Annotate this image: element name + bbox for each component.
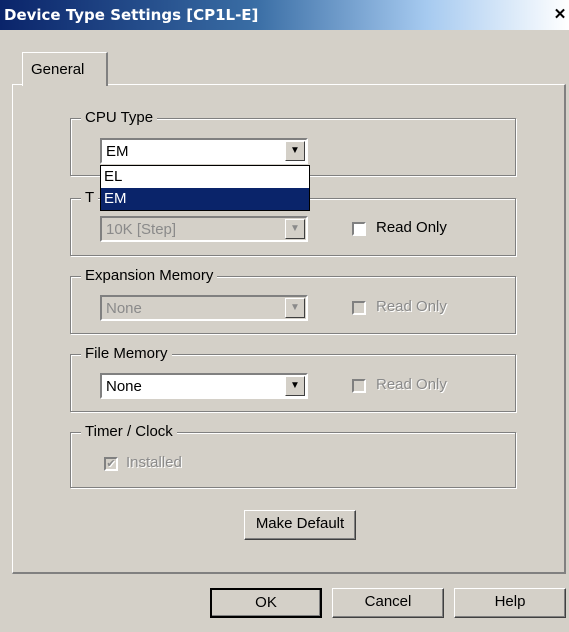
cpu-type-value: EM bbox=[106, 143, 129, 160]
help-button[interactable]: Help bbox=[454, 588, 566, 618]
chevron-down-icon[interactable]: ▼ bbox=[285, 141, 305, 161]
chevron-down-icon[interactable]: ▼ bbox=[285, 298, 305, 318]
cancel-button[interactable]: Cancel bbox=[332, 588, 444, 618]
cpu-type-dropdown-list: EL EM bbox=[100, 165, 310, 211]
file-memory-read-only-checkbox[interactable] bbox=[352, 379, 366, 393]
program-memory-value: 10K [Step] bbox=[106, 221, 177, 238]
tab-general-label: General bbox=[31, 61, 85, 78]
installed-checkbox[interactable]: ✔ bbox=[104, 457, 118, 471]
file-memory-select[interactable]: None ▼ bbox=[100, 373, 308, 399]
installed-label: Installed bbox=[126, 454, 182, 471]
window-title: Device Type Settings [CP1L-E] bbox=[4, 6, 259, 24]
dropdown-option-el[interactable]: EL bbox=[101, 166, 309, 188]
file-memory-legend: File Memory bbox=[81, 345, 172, 362]
file-memory-value: None bbox=[106, 378, 142, 395]
close-icon[interactable]: ✕ bbox=[551, 6, 569, 24]
program-memory-read-only-label: Read Only bbox=[376, 219, 447, 236]
dropdown-option-em[interactable]: EM bbox=[101, 188, 309, 210]
file-memory-read-only-label: Read Only bbox=[376, 376, 447, 393]
chevron-down-icon[interactable]: ▼ bbox=[285, 376, 305, 396]
expansion-memory-read-only-checkbox[interactable] bbox=[352, 301, 366, 315]
tab-general[interactable]: General bbox=[22, 52, 108, 86]
program-memory-read-only-checkbox[interactable] bbox=[352, 222, 366, 236]
expansion-memory-value: None bbox=[106, 300, 142, 317]
program-memory-legend: T bbox=[81, 189, 99, 206]
cpu-type-legend: CPU Type bbox=[81, 109, 158, 126]
expansion-memory-legend: Expansion Memory bbox=[81, 267, 218, 284]
timer-clock-legend: Timer / Clock bbox=[81, 423, 177, 440]
program-memory-select[interactable]: 10K [Step] ▼ bbox=[100, 216, 308, 242]
ok-button[interactable]: OK bbox=[210, 588, 322, 618]
title-bar: Device Type Settings [CP1L-E] ✕ bbox=[0, 0, 569, 30]
cpu-type-select[interactable]: EM ▼ bbox=[100, 138, 308, 164]
expansion-memory-select[interactable]: None ▼ bbox=[100, 295, 308, 321]
chevron-down-icon[interactable]: ▼ bbox=[285, 219, 305, 239]
make-default-button[interactable]: Make Default bbox=[244, 510, 356, 540]
expansion-memory-read-only-label: Read Only bbox=[376, 298, 447, 315]
